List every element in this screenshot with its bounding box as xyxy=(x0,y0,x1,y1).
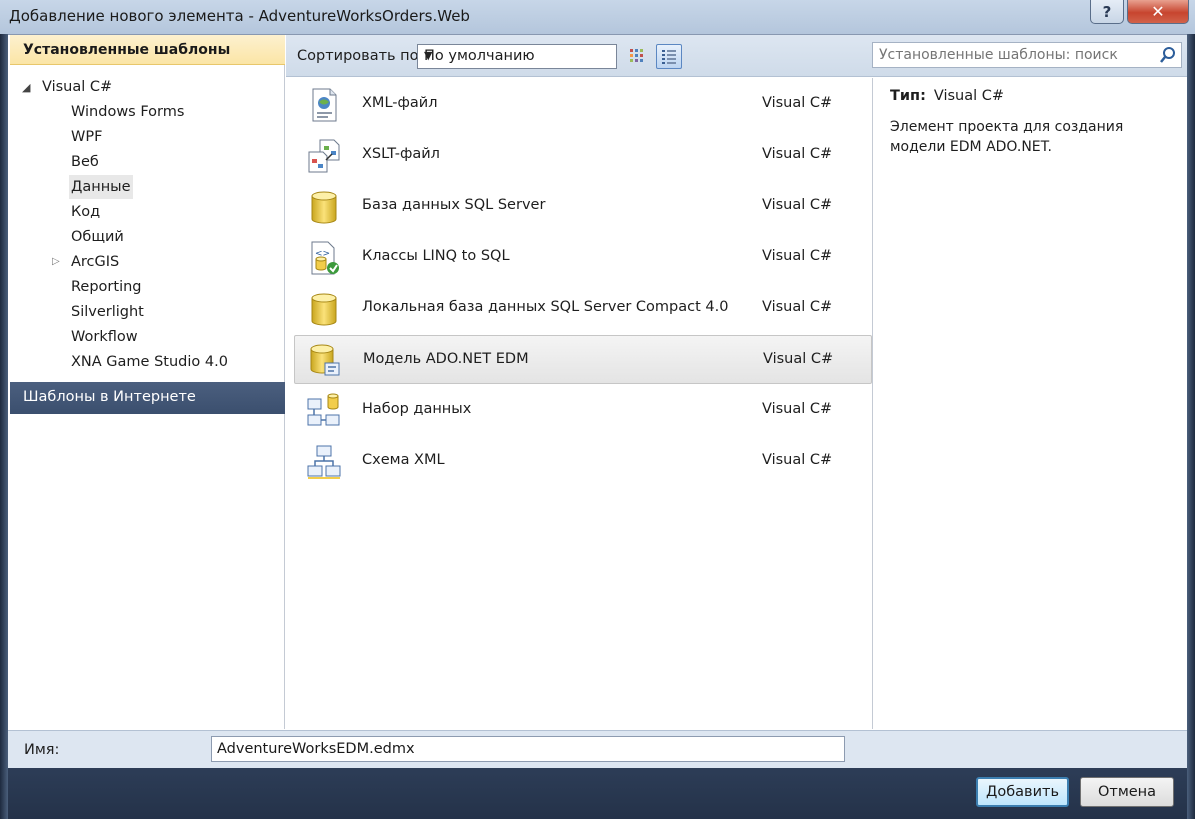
template-item-linq-to-sql[interactable]: <> Классы LINQ to SQL Visual C# xyxy=(294,233,872,282)
add-button[interactable]: Добавить xyxy=(976,777,1069,807)
tree-node-code[interactable]: Код xyxy=(69,200,102,224)
template-item-dataset[interactable]: Набор данных Visual C# xyxy=(294,386,872,435)
title-bar[interactable]: Добавление нового элемента - AdventureWo… xyxy=(0,0,1195,34)
name-input[interactable] xyxy=(211,736,845,762)
search-box[interactable] xyxy=(872,42,1182,68)
button-bar: Добавить Отмена xyxy=(8,768,1187,819)
tree-node-label: ArcGIS xyxy=(71,254,120,270)
list-view-button[interactable] xyxy=(656,44,682,69)
template-item-xslt-file[interactable]: XSLT-файл Visual C# xyxy=(294,131,872,180)
template-language: Visual C# xyxy=(762,299,833,315)
dataset-icon xyxy=(307,393,340,426)
template-language: Visual C# xyxy=(762,95,833,111)
online-templates-label: Шаблоны в Интернете xyxy=(23,389,196,405)
template-name: Набор данных xyxy=(362,401,472,417)
xslt-file-icon xyxy=(308,139,340,173)
help-icon: ? xyxy=(1102,2,1112,21)
type-value: Visual C# xyxy=(933,88,1005,104)
name-bar: Имя: xyxy=(8,730,1187,768)
description-text: Элемент проекта для создания модели EDM … xyxy=(890,119,1124,155)
edm-model-icon xyxy=(310,344,340,376)
collapsed-arrow-icon[interactable]: ▷ xyxy=(52,250,60,274)
template-language: Visual C# xyxy=(762,248,833,264)
tree-node-wpf[interactable]: WPF xyxy=(69,125,104,149)
search-icon[interactable] xyxy=(1159,46,1177,64)
close-icon: ✕ xyxy=(1151,2,1165,21)
toolbar: Сортировать по: По умолчанию ▼ xyxy=(286,35,1187,77)
window-title: Добавление нового элемента - AdventureWo… xyxy=(9,7,470,25)
chevron-down-icon: ▼ xyxy=(424,49,433,62)
tree-node-silverlight[interactable]: Silverlight xyxy=(69,300,146,324)
database-icon xyxy=(311,293,337,326)
tree-node-xna[interactable]: XNA Game Studio 4.0 xyxy=(69,350,230,374)
template-list: XML-файл Visual C# XSLT-файл Visual C# Б… xyxy=(289,78,873,729)
template-item-xml-schema[interactable]: Схема XML Visual C# xyxy=(294,437,872,486)
tree-node-web[interactable]: Веб xyxy=(69,150,101,174)
template-type: Тип: Visual C# xyxy=(890,88,1004,104)
template-name: XSLT-файл xyxy=(362,146,440,162)
xml-schema-icon xyxy=(307,445,341,479)
tree-node-general[interactable]: Общий xyxy=(69,225,126,249)
name-label: Имя: xyxy=(24,742,60,758)
template-description-panel: Тип: Visual C# Элемент проекта для создан… xyxy=(874,78,1187,729)
template-name: Классы LINQ to SQL xyxy=(362,248,510,264)
database-icon xyxy=(311,191,337,224)
expanded-arrow-icon[interactable]: ◢ xyxy=(22,76,42,100)
close-button[interactable]: ✕ xyxy=(1127,0,1189,24)
template-language: Visual C# xyxy=(762,197,833,213)
template-language: Visual C# xyxy=(762,401,833,417)
template-name: Схема XML xyxy=(362,452,445,468)
tree-node-data[interactable]: Данные xyxy=(69,175,133,199)
xml-file-icon xyxy=(312,88,337,122)
tree-node-reporting[interactable]: Reporting xyxy=(69,275,144,299)
template-item-xml-file[interactable]: XML-файл Visual C# xyxy=(294,80,872,129)
window-frame-left xyxy=(0,34,8,819)
cancel-button[interactable]: Отмена xyxy=(1080,777,1174,807)
template-item-ado-net-edm[interactable]: Модель ADO.NET EDM Visual C# xyxy=(294,335,872,384)
sort-dropdown[interactable]: По умолчанию ▼ xyxy=(417,44,617,69)
type-label: Тип: xyxy=(890,88,926,104)
linq-classes-icon: <> xyxy=(311,241,339,275)
help-button[interactable]: ? xyxy=(1090,0,1124,24)
list-view-icon xyxy=(662,49,676,64)
tree-node-arcgis[interactable]: ▷ ArcGIS xyxy=(52,250,121,274)
template-language: Visual C# xyxy=(763,351,834,367)
template-name: Модель ADO.NET EDM xyxy=(363,351,529,367)
template-language: Visual C# xyxy=(762,452,833,468)
tree-node-workflow[interactable]: Workflow xyxy=(69,325,140,349)
installed-templates-header[interactable]: Установленные шаблоны xyxy=(10,35,285,65)
small-icons-grid-icon xyxy=(630,48,643,62)
search-input[interactable] xyxy=(879,46,1149,64)
tree-node-windows-forms[interactable]: Windows Forms xyxy=(69,100,186,124)
template-name: База данных SQL Server xyxy=(362,197,546,213)
template-name: Локальная база данных SQL Server Compact… xyxy=(362,299,729,315)
template-language: Visual C# xyxy=(762,146,833,162)
window-frame-right xyxy=(1187,34,1195,819)
template-name: XML-файл xyxy=(362,95,438,111)
tree-node-visual-csharp[interactable]: ◢ Visual C# xyxy=(22,75,112,99)
installed-templates-label: Установленные шаблоны xyxy=(23,42,231,58)
small-icons-view-button[interactable] xyxy=(625,44,651,69)
template-item-sql-compact-database[interactable]: Локальная база данных SQL Server Compact… xyxy=(294,284,872,333)
template-categories-panel: Установленные шаблоны ◢ Visual C# Windows… xyxy=(10,35,285,729)
sort-label: Сортировать по: xyxy=(297,48,424,64)
tree-node-label: Visual C# xyxy=(42,79,113,95)
online-templates-header[interactable]: Шаблоны в Интернете xyxy=(10,382,285,414)
template-item-sql-server-database[interactable]: База данных SQL Server Visual C# xyxy=(294,182,872,231)
